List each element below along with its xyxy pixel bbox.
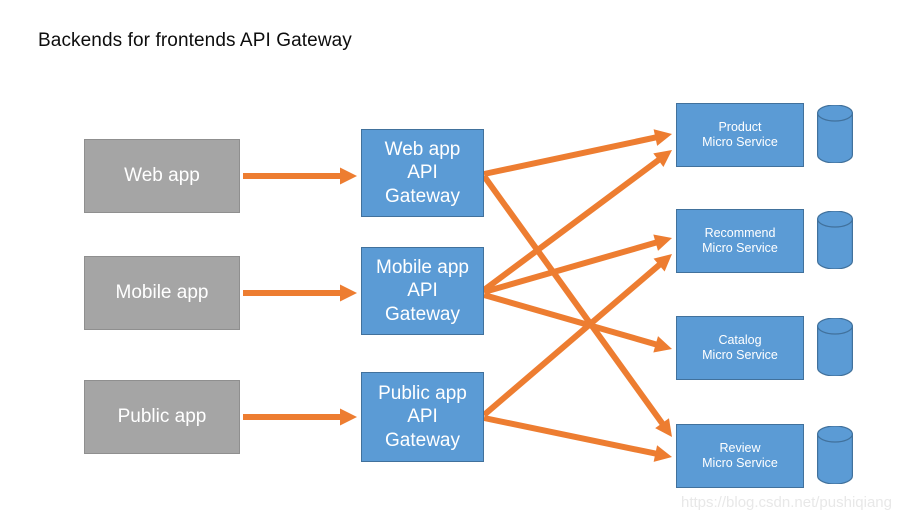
mobile-app-api-gateway-label: Mobile app	[376, 257, 469, 279]
review-micro-service-label: Micro Service	[702, 456, 778, 470]
web-app-box[interactable]: Web app	[84, 139, 240, 213]
review-micro-service-label: Review	[719, 440, 761, 455]
catalog-micro-service-box[interactable]: Catalog Micro Service	[676, 316, 804, 380]
public-app-api-gateway-label: Gateway	[385, 429, 460, 451]
public-app-api-gateway-box[interactable]: Public app API Gateway	[361, 372, 484, 462]
web-gateway-to-product-arrow	[483, 129, 672, 177]
review-micro-service-box[interactable]: Review Micro Service	[676, 424, 804, 488]
public-gateway-to-review-arrow	[483, 415, 672, 462]
diagram-canvas: Backends for frontends API Gateway Web a…	[0, 0, 911, 527]
product-micro-service-label: Product	[718, 119, 762, 134]
product-database-icon	[817, 105, 853, 163]
mobile-app-label: Mobile app	[115, 282, 209, 304]
catalog-micro-service-label: Catalog	[718, 332, 762, 347]
mobile-gateway-to-product-arrow	[482, 150, 672, 293]
public-app-to-public-gateway-arrow	[243, 408, 357, 426]
mobile-app-api-gateway-box[interactable]: Mobile app API Gateway	[361, 247, 484, 335]
public-app-label: Public app	[117, 406, 207, 428]
web-app-api-gateway-label: API	[407, 162, 438, 184]
product-micro-service-label: Micro Service	[702, 135, 778, 149]
web-app-api-gateway-label: Web app	[384, 139, 461, 161]
catalog-database-icon	[817, 318, 853, 376]
web-app-api-gateway-label: Gateway	[385, 185, 460, 207]
mobile-app-box[interactable]: Mobile app	[84, 256, 240, 330]
page-title: Backends for frontends API Gateway	[38, 30, 352, 51]
mobile-app-api-gateway-label: API	[407, 280, 438, 302]
mobile-gateway-to-recommend-arrow	[483, 234, 672, 295]
web-app-to-web-gateway-arrow	[243, 167, 357, 185]
review-database-icon	[817, 426, 853, 484]
web-gateway-to-review-arrow	[481, 174, 672, 437]
recommend-micro-service-label: Recommend	[704, 225, 776, 240]
recommend-database-icon	[817, 211, 853, 269]
recommend-micro-service-box[interactable]: Recommend Micro Service	[676, 209, 804, 273]
public-gateway-to-recommend-arrow	[482, 254, 672, 418]
mobile-app-api-gateway-label: Gateway	[385, 303, 460, 325]
watermark: https://blog.csdn.net/pushiqiang	[681, 494, 892, 511]
product-micro-service-box[interactable]: Product Micro Service	[676, 103, 804, 167]
public-app-box[interactable]: Public app	[84, 380, 240, 454]
mobile-gateway-to-catalog-arrow	[483, 292, 672, 353]
public-app-api-gateway-label: API	[407, 406, 438, 428]
catalog-micro-service-label: Micro Service	[702, 348, 778, 362]
web-app-label: Web app	[124, 165, 200, 187]
public-app-api-gateway-label: Public app	[378, 383, 467, 405]
web-app-api-gateway-box[interactable]: Web app API Gateway	[361, 129, 484, 217]
recommend-micro-service-label: Micro Service	[702, 241, 778, 255]
mobile-app-to-mobile-gateway-arrow	[243, 284, 357, 302]
